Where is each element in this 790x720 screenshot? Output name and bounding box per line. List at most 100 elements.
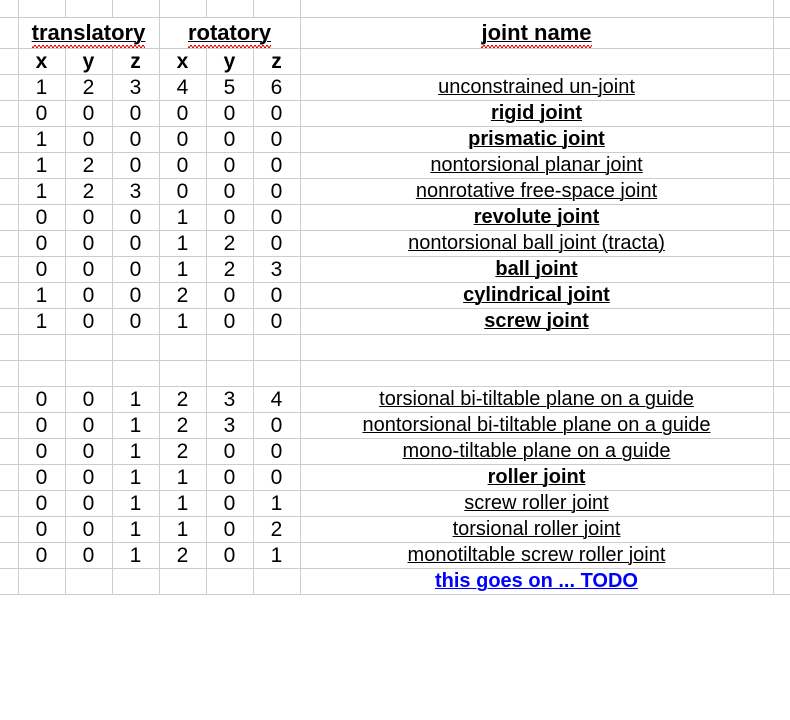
table-row[interactable]: 0 0 1 2 0 0 mono-tiltable plane on a guide <box>0 438 790 465</box>
cell-blank[interactable] <box>300 0 774 18</box>
table-row[interactable]: this goes on ... TODO <box>0 568 790 595</box>
cell-blank-tail[interactable] <box>773 0 790 18</box>
cell-value[interactable]: 3 <box>206 386 254 413</box>
table-row-axis-header[interactable]: x y z x y z <box>0 48 790 75</box>
cell-value[interactable]: 6 <box>253 74 301 101</box>
cell-value[interactable]: 0 <box>112 256 160 283</box>
axis-header-rx[interactable]: x <box>159 48 207 75</box>
cell-value[interactable]: 0 <box>18 256 66 283</box>
cell-value[interactable]: 1 <box>159 204 207 231</box>
cell-blank-tail[interactable] <box>773 100 790 127</box>
cell-blank-tail[interactable] <box>773 542 790 569</box>
cell-value[interactable]: 4 <box>159 74 207 101</box>
cell-value[interactable]: 0 <box>18 412 66 439</box>
cell-value[interactable]: 0 <box>206 308 254 335</box>
cell-value[interactable]: 0 <box>112 282 160 309</box>
cell-blank-tail[interactable] <box>773 256 790 283</box>
cell-value[interactable]: 0 <box>18 542 66 569</box>
cell-blank[interactable] <box>65 360 113 387</box>
cell-blank[interactable] <box>18 568 66 595</box>
cell-value[interactable]: 0 <box>65 100 113 127</box>
cell-value[interactable]: 0 <box>206 152 254 179</box>
cell-joint-name[interactable]: nonrotative free-space joint <box>300 178 774 205</box>
cell-value[interactable]: 0 <box>65 282 113 309</box>
cell-value[interactable]: 0 <box>206 204 254 231</box>
cell-value[interactable]: 0 <box>253 412 301 439</box>
axis-header-ry[interactable]: y <box>206 48 254 75</box>
cell-value[interactable]: 0 <box>18 100 66 127</box>
row-header-cell[interactable] <box>0 204 19 231</box>
row-header-cell[interactable] <box>0 464 19 491</box>
table-row[interactable]: 0 0 0 0 0 0 rigid joint <box>0 100 790 127</box>
cell-blank[interactable] <box>112 360 160 387</box>
cell-value[interactable]: 2 <box>253 516 301 543</box>
cell-joint-name[interactable]: revolute joint <box>300 204 774 231</box>
cell-value[interactable]: 0 <box>253 438 301 465</box>
cell-value[interactable]: 0 <box>65 308 113 335</box>
cell-value[interactable]: 0 <box>18 464 66 491</box>
cell-value[interactable]: 2 <box>65 74 113 101</box>
cell-value[interactable]: 0 <box>206 100 254 127</box>
cell-blank[interactable] <box>253 568 301 595</box>
cell-value[interactable]: 3 <box>112 74 160 101</box>
cell-blank-tail[interactable] <box>773 17 790 49</box>
cell-value[interactable]: 0 <box>112 100 160 127</box>
cell-blank[interactable] <box>65 334 113 361</box>
cell-value[interactable]: 0 <box>253 464 301 491</box>
cell-joint-name[interactable]: torsional bi-tiltable plane on a guide <box>300 386 774 413</box>
cell-blank[interactable] <box>159 360 207 387</box>
cell-value[interactable]: 0 <box>112 126 160 153</box>
cell-blank-tail[interactable] <box>773 568 790 595</box>
cell-joint-name[interactable]: roller joint <box>300 464 774 491</box>
cell-blank[interactable] <box>112 0 160 18</box>
cell-value[interactable]: 0 <box>18 490 66 517</box>
cell-joint-name[interactable]: monotiltable screw roller joint <box>300 542 774 569</box>
cell-value[interactable]: 2 <box>65 152 113 179</box>
cell-blank[interactable] <box>253 334 301 361</box>
table-row[interactable]: 1 2 3 4 5 6 unconstrained un-joint <box>0 74 790 101</box>
header-joint-name[interactable]: joint name <box>300 17 774 49</box>
cell-value[interactable]: 1 <box>112 386 160 413</box>
cell-blank-tail[interactable] <box>773 360 790 387</box>
cell-value[interactable]: 0 <box>65 412 113 439</box>
row-header-cell[interactable] <box>0 438 19 465</box>
cell-value[interactable]: 4 <box>253 386 301 413</box>
cell-value[interactable]: 1 <box>18 308 66 335</box>
cell-blank-tail[interactable] <box>773 152 790 179</box>
row-header-cell[interactable] <box>0 412 19 439</box>
cell-value[interactable]: 1 <box>253 490 301 517</box>
cell-blank-tail[interactable] <box>773 334 790 361</box>
cell-blank-tail[interactable] <box>773 516 790 543</box>
cell-blank[interactable] <box>206 360 254 387</box>
cell-blank-tail[interactable] <box>773 308 790 335</box>
axis-header-tz[interactable]: z <box>112 48 160 75</box>
cell-joint-name[interactable]: cylindrical joint <box>300 282 774 309</box>
cell-value[interactable]: 3 <box>253 256 301 283</box>
cell-value[interactable]: 2 <box>206 230 254 257</box>
cell-joint-name[interactable]: ball joint <box>300 256 774 283</box>
cell-value[interactable]: 0 <box>253 178 301 205</box>
cell-value[interactable]: 0 <box>206 490 254 517</box>
cell-value[interactable]: 1 <box>159 464 207 491</box>
table-row[interactable]: 1 0 0 2 0 0 cylindrical joint <box>0 282 790 309</box>
cell-value[interactable]: 1 <box>253 542 301 569</box>
cell-value[interactable]: 0 <box>65 542 113 569</box>
cell-value[interactable]: 0 <box>112 204 160 231</box>
cell-blank[interactable] <box>253 0 301 18</box>
table-row[interactable]: 0 0 1 2 0 1 monotiltable screw roller joint <box>0 542 790 569</box>
row-header-cell[interactable] <box>0 0 19 18</box>
cell-value[interactable]: 0 <box>206 438 254 465</box>
cell-blank[interactable] <box>253 360 301 387</box>
cell-value[interactable]: 0 <box>253 282 301 309</box>
cell-blank-tail[interactable] <box>773 126 790 153</box>
table-row[interactable]: 0 0 1 2 3 4 torsional bi-tiltable plane on a g… <box>0 386 790 413</box>
row-header-cell[interactable] <box>0 308 19 335</box>
cell-value[interactable]: 1 <box>159 256 207 283</box>
cell-value[interactable]: 2 <box>159 542 207 569</box>
cell-value[interactable]: 1 <box>159 230 207 257</box>
table-row[interactable]: 1 2 3 0 0 0 nonrotative free-space joint <box>0 178 790 205</box>
cell-value[interactable]: 0 <box>206 282 254 309</box>
cell-blank-tail[interactable] <box>773 386 790 413</box>
table-row[interactable] <box>0 334 790 361</box>
cell-blank[interactable] <box>112 568 160 595</box>
